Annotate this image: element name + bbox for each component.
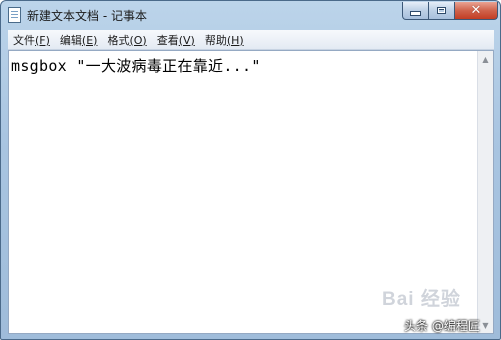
menu-file-accel: (F) [35, 33, 50, 47]
menu-edit-label: 编辑 [59, 33, 82, 47]
menu-help-accel: (H) [226, 33, 244, 47]
minimize-icon [410, 11, 421, 16]
menu-help-label: 帮助 [204, 33, 227, 47]
menu-format-accel: (O) [129, 33, 147, 47]
maximize-icon [437, 7, 446, 14]
notepad-icon[interactable] [8, 7, 21, 23]
title-bar[interactable]: 新建文本文档 - 记事本 ✕ [1, 1, 500, 29]
menu-help[interactable]: 帮助(H) [200, 32, 249, 48]
close-icon: ✕ [470, 3, 482, 18]
menu-format[interactable]: 格式(O) [102, 32, 151, 48]
editor-content[interactable]: msgbox "一大波病毒正在靠近..." [11, 55, 261, 76]
close-button[interactable]: ✕ [454, 2, 498, 20]
attribution-label: 头条 @编程匠 [404, 319, 480, 333]
scroll-up-icon[interactable]: ▲ [478, 51, 493, 67]
minimize-button[interactable] [402, 2, 429, 20]
menu-view-accel: (V) [178, 33, 195, 47]
menu-view[interactable]: 查看(V) [152, 32, 200, 48]
menu-edit[interactable]: 编辑(E) [55, 32, 103, 48]
watermark: Bai 经验 [382, 289, 461, 310]
maximize-button[interactable] [428, 2, 455, 20]
menu-format-label: 格式 [107, 33, 130, 47]
menu-file[interactable]: 文件(F) [8, 32, 55, 48]
menu-view-label: 查看 [156, 33, 179, 47]
window-title: 新建文本文档 - 记事本 [27, 9, 147, 23]
menu-file-label: 文件 [13, 33, 35, 47]
scroll-down-icon[interactable]: ▼ [478, 317, 493, 333]
vertical-scrollbar[interactable]: ▲ ▼ [477, 51, 493, 333]
menu-edit-accel: (E) [81, 33, 98, 47]
menu-bar: 文件(F) 编辑(E) 格式(O) 查看(V) 帮助(H) [8, 30, 494, 50]
